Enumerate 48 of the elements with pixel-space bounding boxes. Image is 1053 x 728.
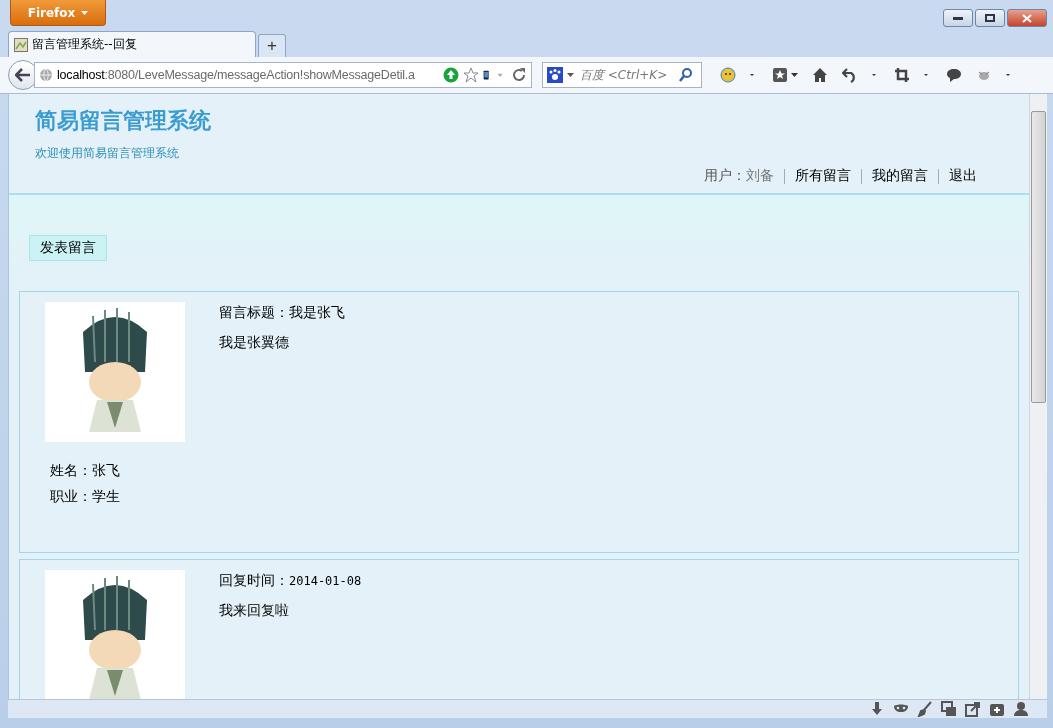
tab-title: 留言管理系统--回复 bbox=[32, 36, 137, 53]
author-detail: 姓名：张飞 bbox=[50, 462, 121, 480]
minimize-icon bbox=[953, 16, 963, 20]
reply-time: 回复时间：2014-01-08 bbox=[219, 572, 362, 590]
close-icon bbox=[1022, 13, 1032, 23]
browser-tab[interactable]: 留言管理系统--回复 bbox=[8, 31, 256, 57]
plus-box-icon[interactable] bbox=[989, 701, 1005, 717]
nav-link[interactable]: 退出 bbox=[949, 167, 977, 185]
windows-icon[interactable] bbox=[941, 701, 957, 717]
brush-icon[interactable] bbox=[917, 701, 933, 717]
site-title: 简易留言管理系统 bbox=[35, 106, 212, 135]
scrollbar[interactable] bbox=[1029, 94, 1047, 699]
address-bar[interactable]: localhost:8080/LeveMessage/messageAction!showMessageDetil.a bbox=[34, 62, 532, 88]
new-tab-button[interactable]: + bbox=[258, 34, 286, 57]
image-icon bbox=[14, 37, 28, 52]
user-label: 用户： bbox=[704, 167, 746, 185]
person-icon[interactable] bbox=[1013, 701, 1029, 717]
home-icon[interactable] bbox=[812, 67, 828, 83]
back-arrow-icon bbox=[15, 68, 31, 82]
maximize-button[interactable] bbox=[975, 9, 1005, 27]
close-button[interactable] bbox=[1007, 9, 1047, 27]
minimize-button[interactable] bbox=[943, 9, 973, 27]
smiley-icon[interactable] bbox=[720, 67, 736, 83]
message-title: 留言标题：我是张飞 bbox=[219, 304, 345, 322]
reply-body: 我来回复啦 bbox=[219, 602, 290, 620]
download-arrow-icon[interactable] bbox=[869, 701, 885, 717]
crop-icon[interactable] bbox=[894, 67, 910, 83]
nav-link[interactable]: 我的留言 bbox=[872, 167, 928, 185]
welcome-text: 欢迎使用简易留言管理系统 bbox=[35, 146, 180, 161]
star-icon[interactable] bbox=[463, 67, 479, 83]
author-detail: 职业：学生 bbox=[50, 488, 121, 506]
bookmark-star-icon[interactable] bbox=[772, 67, 798, 83]
paw-icon bbox=[547, 67, 563, 83]
search-bar[interactable]: 百度 <Ctrl+K> bbox=[542, 62, 702, 88]
caret-icon bbox=[81, 10, 89, 15]
nav-link[interactable]: 所有留言 bbox=[795, 167, 851, 185]
search-icon[interactable] bbox=[678, 67, 694, 83]
share-icon[interactable] bbox=[965, 701, 981, 717]
dropdown-icon[interactable] bbox=[567, 73, 574, 77]
post-message-button[interactable]: 发表留言 bbox=[29, 235, 107, 261]
globe-icon bbox=[39, 68, 53, 82]
reload-icon[interactable] bbox=[511, 67, 527, 83]
url-text: localhost:8080/LeveMessage/messageAction!showMessageDetil.a bbox=[57, 68, 416, 82]
message-body: 我是张翼德 bbox=[219, 334, 290, 352]
undo-arrow-icon[interactable] bbox=[842, 67, 858, 83]
maximize-icon bbox=[985, 14, 995, 22]
user-name: 刘备 bbox=[746, 167, 774, 185]
speech-bubble-icon[interactable] bbox=[946, 67, 962, 83]
